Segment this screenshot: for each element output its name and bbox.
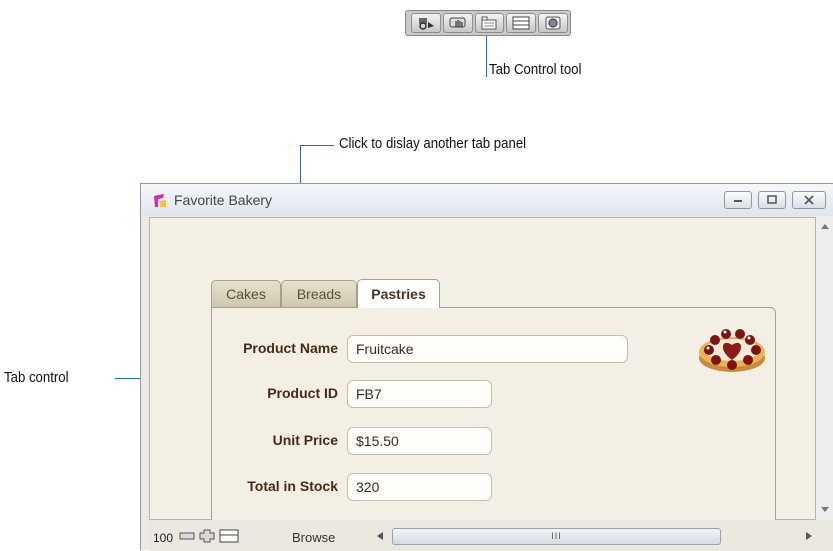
hand-icon [449, 17, 466, 28]
window-titlebar: Favorite Bakery [141, 184, 833, 216]
click-hint-caption: Click to dislay another tab panel [339, 135, 527, 152]
tab-cakes-label: Cakes [226, 286, 266, 302]
filemaker-app-icon [154, 194, 166, 207]
tab-breads-label: Breads [296, 286, 342, 302]
total-in-stock-field[interactable]: 320 [347, 473, 492, 501]
scroll-right-icon[interactable] [806, 532, 812, 540]
zoom-level[interactable]: 100 [153, 531, 173, 545]
total-in-stock-label: Total in Stock [247, 478, 338, 494]
app-window: Favorite Bakery Cakes Breads Pastries Pr… [140, 183, 833, 551]
unit-price-field[interactable]: $15.50 [347, 427, 492, 455]
web-viewer-icon [512, 16, 530, 30]
tab-panel: Product Name Fruitcake Product ID FB7 Un… [211, 307, 776, 535]
status-toolbar-toggle-icon[interactable] [219, 529, 239, 543]
maximize-icon [767, 195, 777, 204]
close-icon [804, 195, 814, 205]
product-name-field[interactable]: Fruitcake [347, 335, 628, 363]
unit-price-label: Unit Price [272, 432, 338, 448]
maximize-button[interactable] [758, 191, 786, 209]
tab-breads[interactable]: Breads [281, 280, 357, 307]
product-id-field[interactable]: FB7 [347, 380, 492, 408]
horizontal-scrollbar[interactable]: III [392, 528, 721, 545]
minimize-button[interactable] [724, 191, 752, 209]
status-bar: 100 Browse III [149, 520, 833, 551]
zoom-out-icon[interactable] [179, 529, 195, 543]
tab-control-tool-caption: Tab Control tool [489, 61, 582, 78]
close-button[interactable] [792, 191, 826, 209]
product-id-label: Product ID [267, 385, 338, 401]
tab-pastries[interactable]: Pastries [357, 279, 440, 308]
layout-toolbar [405, 10, 571, 36]
fruit-tart-image [699, 329, 765, 372]
tab-control-caption: Tab control [4, 369, 69, 386]
web-viewer-tool-button[interactable] [538, 13, 568, 33]
scroll-up-icon[interactable] [821, 223, 829, 229]
tool-callout-line [486, 36, 487, 77]
mode-popup[interactable]: Browse [292, 530, 335, 545]
tab-callout-line-horizontal [300, 145, 334, 146]
tab-pastries-label: Pastries [371, 286, 426, 302]
tab-control-tool-button[interactable] [474, 13, 505, 33]
vertical-scrollbar[interactable] [816, 217, 833, 520]
globe-icon [545, 16, 561, 30]
stamp-icon [418, 18, 434, 30]
portal-tool-button[interactable] [506, 13, 537, 33]
button-tool-button[interactable] [442, 13, 473, 33]
layout-content: Cakes Breads Pastries Product Name Fruit… [149, 217, 816, 535]
tab-control-icon [481, 16, 497, 30]
stamp-tool-button[interactable] [411, 13, 441, 33]
zoom-in-icon[interactable] [199, 529, 215, 543]
minimize-icon [734, 200, 742, 202]
scroll-grip: III [551, 531, 562, 541]
scroll-down-icon[interactable] [821, 507, 829, 513]
window-title: Favorite Bakery [174, 192, 273, 208]
scroll-left-icon[interactable] [377, 532, 383, 540]
tab-cakes[interactable]: Cakes [211, 280, 281, 307]
product-name-label: Product Name [243, 340, 338, 356]
